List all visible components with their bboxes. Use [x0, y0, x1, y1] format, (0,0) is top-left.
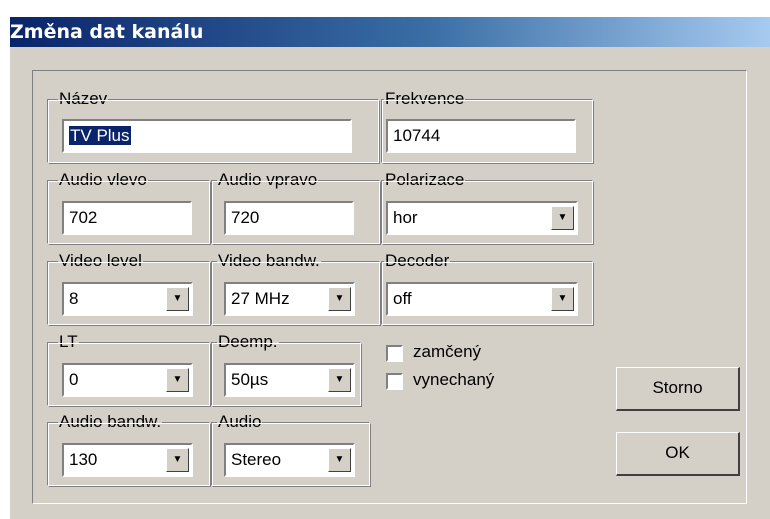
- deemp-select[interactable]: 50µs ▼: [224, 363, 355, 397]
- deemp-label: Deemp.: [217, 332, 279, 352]
- vynechany-label: vynechaný: [413, 370, 495, 389]
- audio-select[interactable]: Stereo ▼: [224, 443, 355, 477]
- chevron-down-icon[interactable]: ▼: [551, 206, 574, 230]
- title-bar: Změna dat kanálu: [10, 17, 770, 47]
- video-bandw-select[interactable]: 27 MHz ▼: [224, 282, 355, 316]
- audio-vpravo-value: 720: [231, 208, 260, 227]
- dialog-body: Název TV Plus Frekvence 10744 Audio vlev…: [10, 47, 770, 519]
- chevron-down-icon[interactable]: ▼: [551, 287, 574, 311]
- ok-button[interactable]: OK: [616, 432, 740, 476]
- window-title: Změna dat kanálu: [10, 21, 204, 43]
- chevron-down-icon[interactable]: ▼: [166, 287, 189, 311]
- decoder-select[interactable]: off ▼: [386, 282, 578, 316]
- audio-vlevo-input[interactable]: 702: [62, 201, 192, 235]
- audio-value: Stereo: [231, 450, 282, 469]
- polarizace-value: hor: [393, 208, 418, 227]
- video-bandw-value: 27 MHz: [231, 289, 290, 308]
- chevron-down-icon[interactable]: ▼: [328, 368, 351, 392]
- audio-bandw-value: 130: [69, 450, 98, 469]
- storno-button[interactable]: Storno: [616, 367, 740, 411]
- audio-vpravo-label: Audio vpravo: [217, 170, 319, 190]
- audio-bandw-label: Audio bandw.: [58, 412, 163, 432]
- decoder-label: Decoder: [384, 251, 451, 271]
- lt-value: 0: [69, 370, 79, 389]
- audio-label: Audio: [217, 412, 263, 432]
- video-level-value: 8: [69, 289, 79, 308]
- decoder-value: off: [393, 289, 412, 308]
- nazev-value: TV Plus: [69, 126, 131, 145]
- frekvence-label: Frekvence: [384, 89, 466, 109]
- frekvence-input[interactable]: 10744: [386, 119, 576, 153]
- polarizace-label: Polarizace: [384, 170, 466, 190]
- chevron-down-icon[interactable]: ▼: [328, 287, 351, 311]
- audio-vpravo-input[interactable]: 720: [224, 201, 354, 235]
- lt-label: LT: [58, 332, 79, 352]
- video-level-label: Video level: [58, 251, 143, 271]
- lt-select[interactable]: 0 ▼: [62, 363, 193, 397]
- deemp-value: 50µs: [231, 370, 269, 389]
- audio-vlevo-value: 702: [69, 208, 98, 227]
- zamceny-label: zamčený: [413, 342, 482, 361]
- audio-bandw-select[interactable]: 130 ▼: [62, 443, 193, 477]
- chevron-down-icon[interactable]: ▼: [166, 368, 189, 392]
- vynechany-checkbox[interactable]: [386, 373, 403, 390]
- polarizace-select[interactable]: hor ▼: [386, 201, 578, 235]
- video-bandw-label: Video bandw.: [217, 251, 321, 271]
- frekvence-value: 10744: [393, 126, 441, 145]
- chevron-down-icon[interactable]: ▼: [166, 448, 189, 472]
- chevron-down-icon[interactable]: ▼: [328, 448, 351, 472]
- nazev-input[interactable]: TV Plus: [62, 119, 352, 153]
- audio-vlevo-label: Audio vlevo: [58, 170, 148, 190]
- zamceny-checkbox[interactable]: [386, 345, 403, 362]
- nazev-label: Název: [58, 89, 109, 109]
- video-level-select[interactable]: 8 ▼: [62, 282, 193, 316]
